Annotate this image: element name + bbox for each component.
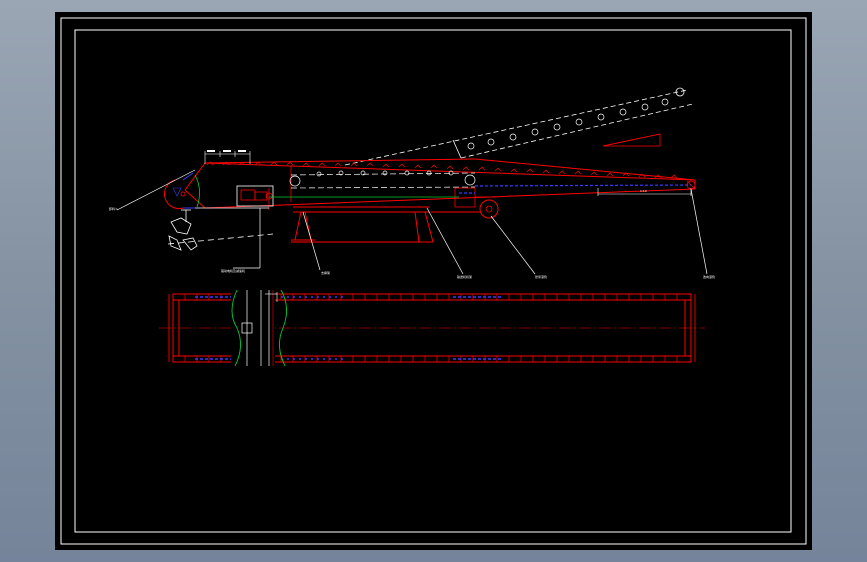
cad-drawing: 卸料斗 驱动电机及减速机 支撑架 输送机机架 张紧滚筒 改向滚筒 1:10	[60, 17, 807, 545]
reference-line	[167, 233, 274, 245]
callout-tail-roller: 张紧滚筒	[535, 274, 547, 279]
conveyor-frame	[184, 158, 696, 210]
callout-head-roller: 改向滚筒	[703, 274, 715, 279]
drawing-sheet: 卸料斗 驱动电机及减速机 支撑架 输送机机架 张紧滚筒 改向滚筒 1:10	[55, 12, 812, 550]
lower-chain-run	[459, 184, 692, 194]
side-elevation	[116, 87, 708, 275]
callout-leaders	[116, 169, 708, 275]
callout-drive: 驱动电机及减速机	[221, 268, 245, 273]
plan-cutaway	[231, 289, 287, 367]
top-run-chain	[206, 161, 678, 179]
discharge-chute	[168, 209, 198, 251]
support-stand	[291, 206, 479, 243]
drive-motor	[236, 185, 274, 207]
callout-hopper: 卸料斗	[109, 206, 118, 211]
top-dimensions	[204, 150, 251, 164]
tension-pulley	[475, 196, 499, 219]
plan-view	[159, 289, 705, 367]
inner-frame	[74, 29, 792, 533]
callout-frame: 输送机机架	[457, 274, 472, 279]
inclined-belt	[344, 87, 694, 166]
inner-belt	[289, 170, 476, 189]
tail-roller	[163, 172, 200, 210]
inclined-rollers	[467, 98, 669, 150]
dimension-length-label: 1:10	[640, 189, 647, 193]
outer-frame	[60, 17, 807, 545]
angle-indicator	[602, 133, 661, 147]
callout-support: 支撑架	[321, 270, 330, 275]
head-roller	[686, 180, 696, 190]
